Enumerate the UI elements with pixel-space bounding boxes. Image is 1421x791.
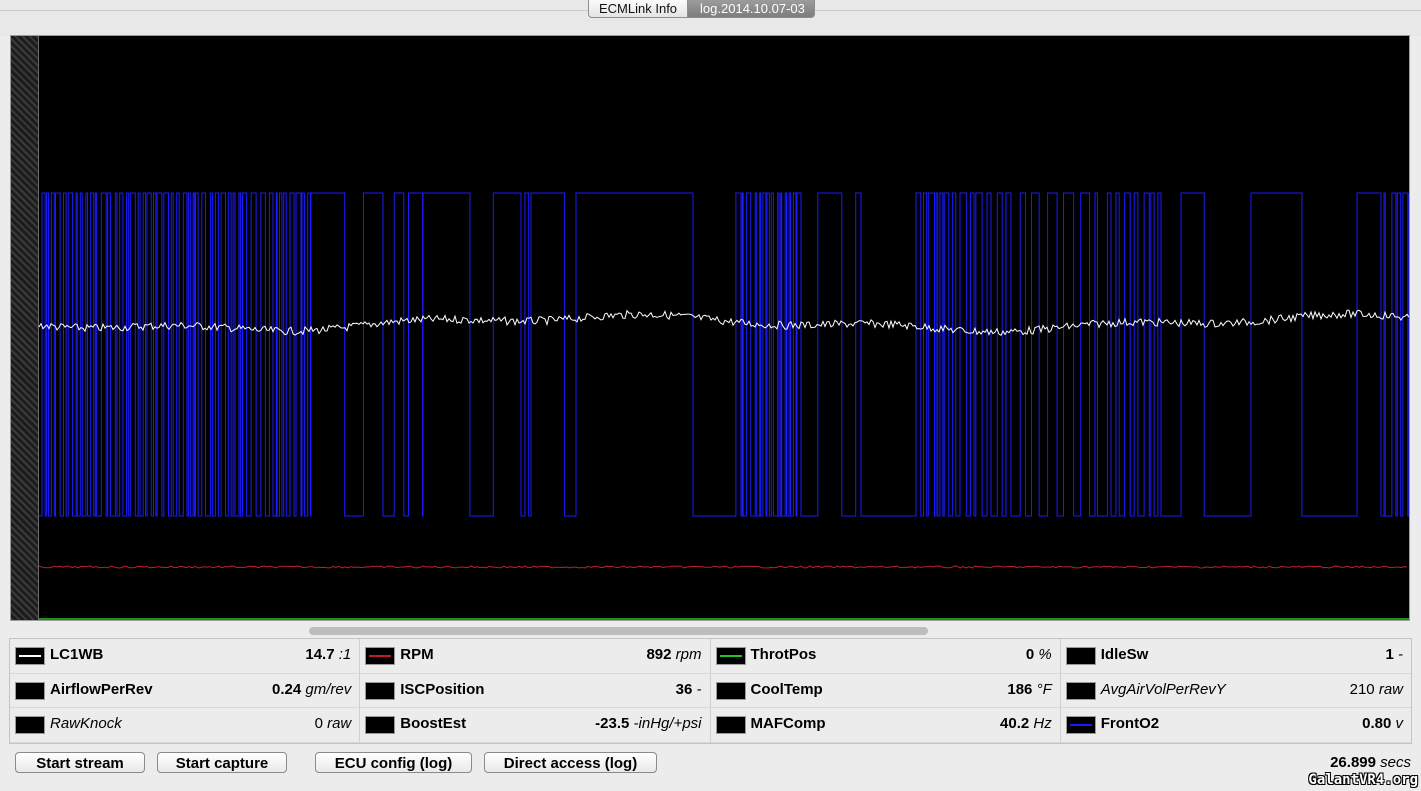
trace-color-swatch[interactable] <box>1065 647 1096 665</box>
trace-color-swatch[interactable] <box>365 647 396 665</box>
param-cell-rpm[interactable]: RPM 892 rpm <box>360 639 711 674</box>
param-reading: 892 rpm <box>646 646 701 663</box>
trace-color-line <box>1069 724 1092 727</box>
tab-log-file[interactable]: log.2014.10.07-03 <box>688 0 815 18</box>
param-unit: v <box>1395 715 1404 733</box>
log-plot[interactable] <box>10 35 1410 621</box>
start-stream-button[interactable]: Start stream <box>15 752 145 773</box>
param-value: -23.5 <box>595 715 630 733</box>
param-value: 0 <box>314 715 323 733</box>
param-name: IdleSw <box>1100 646 1149 663</box>
tab-group: ECMLink Info log.2014.10.07-03 <box>588 0 815 19</box>
param-value: 892 <box>646 646 672 663</box>
trace-color-swatch[interactable] <box>1065 681 1096 700</box>
tab-bar: ECMLink Info log.2014.10.07-03 <box>0 0 1421 36</box>
param-unit: :1 <box>338 646 352 663</box>
plot-canvas <box>38 192 1409 620</box>
param-unit: gm/rev <box>305 680 352 698</box>
param-value: 36 <box>675 680 693 698</box>
trace-color-swatch[interactable] <box>15 647 45 665</box>
param-cell-lc1wb[interactable]: LC1WB 14.7 :1 <box>10 639 361 674</box>
param-name: MAFComp <box>750 715 826 733</box>
elapsed-value: 26.899 <box>1330 754 1376 771</box>
param-reading: 186 °F <box>1007 681 1051 698</box>
direct-access-button[interactable]: Direct access (log) <box>484 752 657 773</box>
param-reading: 0.80 v <box>1362 715 1403 732</box>
param-reading: 40.2 Hz <box>1000 715 1052 732</box>
lc1wb-trace <box>38 309 1409 336</box>
param-unit: rpm <box>675 646 702 663</box>
param-cell-avgairvolperrevy[interactable]: AvgAirVolPerRevY 210 raw <box>1060 674 1411 709</box>
parameter-grid: LC1WB 14.7 :1 RPM 892 rpm ThrotPos 0 % IdleSw 1… <box>9 638 1412 744</box>
param-reading: 1 - <box>1385 646 1403 663</box>
trace-color-swatch[interactable] <box>15 716 45 735</box>
param-reading: 0 % <box>1026 646 1052 663</box>
ecu-config-button[interactable]: ECU config (log) <box>315 752 472 773</box>
param-name: AirflowPerRev <box>50 680 153 698</box>
param-name: LC1WB <box>50 646 104 663</box>
param-name: RPM <box>400 646 434 663</box>
param-name: AvgAirVolPerRevY <box>1100 680 1226 698</box>
param-unit: - <box>696 680 702 698</box>
param-unit: Hz <box>1033 715 1052 733</box>
param-name: RawKnock <box>50 715 122 733</box>
param-cell-fronto2[interactable]: FrontO2 0.80 v <box>1060 708 1411 743</box>
param-cell-rawknock[interactable]: RawKnock 0 raw <box>10 708 361 743</box>
trace-color-swatch[interactable] <box>715 681 746 700</box>
horizontal-scrollbar[interactable] <box>309 627 928 635</box>
rpm-trace <box>38 565 1408 569</box>
trace-color-swatch[interactable] <box>715 716 746 735</box>
trace-color-swatch[interactable] <box>15 681 45 700</box>
param-name: CoolTemp <box>750 680 823 698</box>
param-name: ISCPosition <box>400 680 485 698</box>
param-value: 0.80 <box>1362 715 1392 733</box>
watermark-text: GalantVR4.org <box>1308 772 1418 788</box>
param-value: 0.24 <box>272 680 302 698</box>
param-value: 1 <box>1385 646 1394 663</box>
elapsed-unit: secs <box>1380 754 1411 771</box>
param-cell-boostest[interactable]: BoostEst -23.5 -inHg/+psi <box>360 708 711 743</box>
param-unit: °F <box>1036 680 1052 698</box>
param-unit: - <box>1398 646 1403 663</box>
param-cell-throtpos[interactable]: ThrotPos 0 % <box>710 639 1061 674</box>
trace-color-line <box>369 655 392 657</box>
param-value: 186 <box>1007 680 1033 698</box>
trace-color-line <box>19 655 41 657</box>
param-unit: -inHg/+psi <box>633 715 702 733</box>
trace-color-swatch[interactable] <box>715 647 746 665</box>
param-reading: 210 raw <box>1350 681 1403 698</box>
param-cell-airflowperrev[interactable]: AirflowPerRev 0.24 gm/rev <box>10 673 361 709</box>
param-name: FrontO2 <box>1100 715 1160 733</box>
param-value: 40.2 <box>1000 715 1030 733</box>
trace-color-swatch[interactable] <box>365 716 396 735</box>
param-value: 0 <box>1025 646 1035 663</box>
elapsed-time: 26.899 secs <box>1330 754 1411 771</box>
trace-color-swatch[interactable] <box>365 681 396 700</box>
trace-color-swatch[interactable] <box>1065 716 1096 735</box>
param-cell-mafcomp[interactable]: MAFComp 40.2 Hz <box>710 708 1061 743</box>
frontO2-trace <box>39 192 1409 517</box>
param-cell-iscposition[interactable]: ISCPosition 36 - <box>360 673 711 709</box>
trace-color-line <box>719 655 742 657</box>
param-name: ThrotPos <box>750 646 817 663</box>
param-reading: 0 raw <box>315 715 352 732</box>
tab-ecmlink-info[interactable]: ECMLink Info <box>588 0 689 18</box>
param-unit: raw <box>1378 680 1403 698</box>
param-value: 14.7 <box>305 646 335 663</box>
param-unit: raw <box>327 715 352 733</box>
param-reading: 0.24 gm/rev <box>272 681 351 698</box>
param-unit: % <box>1038 646 1052 663</box>
param-cell-idlesw[interactable]: IdleSw 1 - <box>1060 639 1411 674</box>
param-value: 210 <box>1349 680 1375 698</box>
param-name: BoostEst <box>400 715 467 733</box>
param-reading: 36 - <box>676 681 702 698</box>
param-cell-cooltemp[interactable]: CoolTemp 186 °F <box>710 673 1061 709</box>
param-reading: 14.7 :1 <box>305 646 351 663</box>
param-reading: -23.5 -inHg/+psi <box>595 715 701 732</box>
start-capture-button[interactable]: Start capture <box>157 752 287 773</box>
